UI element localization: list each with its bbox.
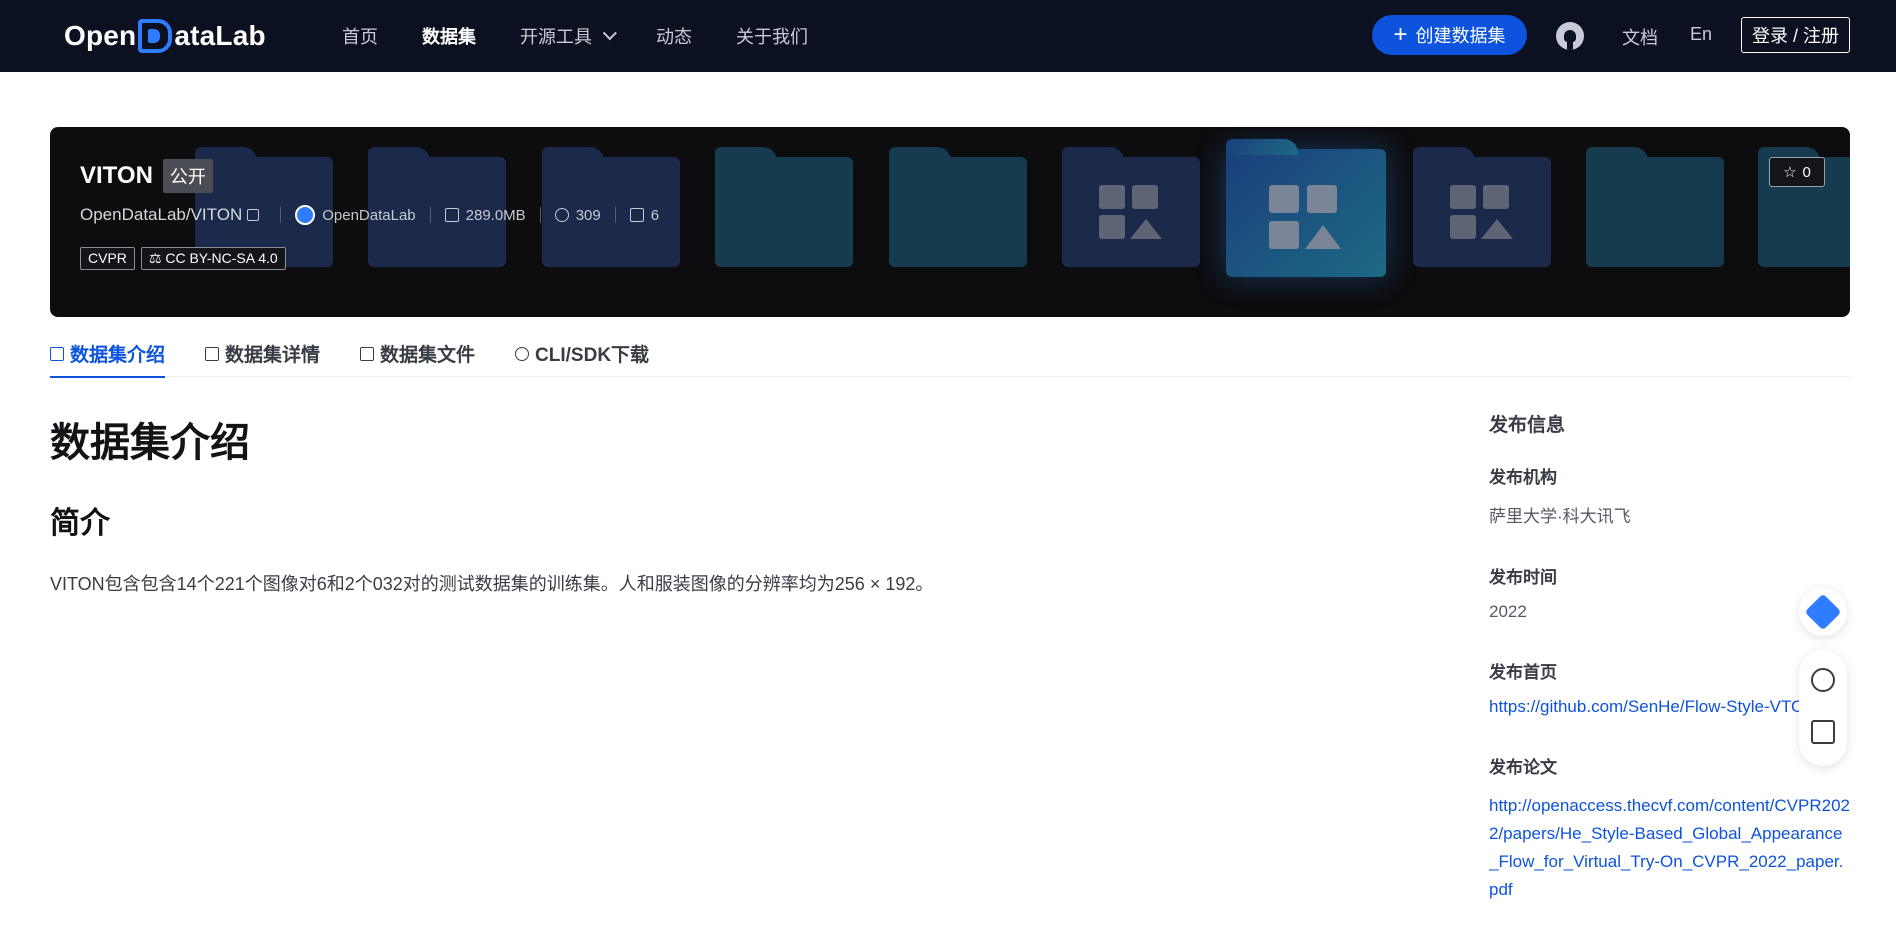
- folder-decoration-highlight: [1226, 139, 1386, 277]
- org-label: 发布机构: [1489, 468, 1557, 487]
- intro-text: VITON包含包含14个221个图像对6和2个032对的测试数据集的训练集。人和…: [50, 574, 934, 594]
- dataset-meta: OpenDataLab/VITON OpenDataLab 289.0MB 30…: [80, 205, 659, 225]
- publish-info-heading: 发布信息: [1489, 415, 1566, 436]
- cloud-download-icon: [515, 346, 530, 361]
- nav-news[interactable]: 动态: [656, 23, 692, 49]
- plus-icon: +: [1393, 21, 1408, 48]
- dataset-title-row: VITON 公开: [80, 159, 213, 193]
- copy-icon[interactable]: [247, 209, 260, 221]
- folder-decoration: [1062, 147, 1200, 267]
- download-icon: [629, 208, 644, 222]
- dataset-banner: VITON 公开 OpenDataLab/VITON OpenDataLab 2…: [50, 127, 1850, 317]
- nav-home[interactable]: 首页: [342, 23, 378, 49]
- diamond-icon: [1804, 593, 1842, 631]
- language-switch[interactable]: En: [1690, 24, 1712, 45]
- eye-icon: [554, 208, 569, 222]
- tag-license[interactable]: ⚖ CC BY-NC-SA 4.0: [140, 247, 286, 270]
- tag-venue[interactable]: CVPR: [80, 247, 135, 270]
- visibility-badge: 公开: [162, 159, 213, 193]
- folder-decoration: [1586, 147, 1724, 267]
- publish-info-panel: 发布信息 发布机构 萨里大学·科大讯飞 发布时间 2022 发布首页 https…: [1489, 410, 1850, 940]
- feedback-icon[interactable]: [1811, 720, 1835, 744]
- star-icon: ☆: [1783, 164, 1797, 181]
- scale-icon: ⚖: [148, 250, 166, 266]
- nav-datasets[interactable]: 数据集: [422, 23, 476, 49]
- nav-tools[interactable]: 开源工具: [520, 23, 617, 49]
- file-icon: [360, 346, 375, 361]
- folder-decoration: [1413, 147, 1551, 267]
- main-nav: 首页 数据集 开源工具 动态 关于我们: [342, 0, 852, 72]
- nav-about[interactable]: 关于我们: [736, 23, 808, 49]
- logo-mark-icon: [138, 19, 173, 53]
- org-avatar-icon: [295, 205, 316, 225]
- dataset-tags: CVPR ⚖ CC BY-NC-SA 4.0: [80, 247, 286, 270]
- paper-link[interactable]: http://openaccess.thecvf.com/content/CVP…: [1489, 792, 1850, 904]
- time-value: 2022: [1489, 602, 1527, 621]
- disk-icon: [444, 208, 459, 222]
- docs-link[interactable]: 文档: [1622, 24, 1658, 50]
- dataset-tabs: 数据集介绍 数据集详情 数据集文件 CLI/SDK下载: [50, 330, 1850, 378]
- homepage-label: 发布首页: [1489, 663, 1557, 682]
- download-count: 6: [650, 206, 660, 224]
- homepage-link[interactable]: https://github.com/SenHe/Flow-Style-VTON: [1489, 697, 1850, 717]
- dataset-name: VITON: [80, 162, 153, 189]
- list-icon: [205, 346, 220, 361]
- create-dataset-button[interactable]: + 创建数据集: [1372, 15, 1527, 55]
- folder-decoration: [889, 147, 1027, 267]
- tab-details[interactable]: 数据集详情: [205, 330, 320, 377]
- star-button[interactable]: ☆ 0: [1769, 157, 1825, 187]
- tab-files[interactable]: 数据集文件: [360, 330, 475, 377]
- dataset-path: OpenDataLab/VITON: [80, 205, 243, 224]
- org-value: 萨里大学·科大讯飞: [1489, 507, 1631, 526]
- opendatalab-logo[interactable]: Open ataLab: [64, 16, 266, 56]
- chevron-down-icon: [602, 26, 617, 41]
- section-heading: 简介: [50, 507, 110, 540]
- headset-icon[interactable]: [1811, 668, 1835, 692]
- assistant-float-button[interactable]: [1799, 588, 1847, 636]
- page-title: 数据集介绍: [50, 421, 250, 465]
- paper-label: 发布论文: [1489, 758, 1557, 777]
- tab-cli-sdk[interactable]: CLI/SDK下载: [515, 330, 649, 377]
- database-icon: [50, 346, 64, 361]
- login-button[interactable]: 登录 / 注册: [1741, 17, 1850, 53]
- folder-decoration: [715, 147, 853, 267]
- view-count: 309: [575, 206, 601, 224]
- org-name[interactable]: OpenDataLab: [322, 207, 415, 224]
- time-label: 发布时间: [1489, 568, 1557, 587]
- github-icon[interactable]: [1556, 22, 1584, 50]
- dataset-size: 289.0MB: [465, 206, 526, 224]
- tab-intro[interactable]: 数据集介绍: [50, 330, 166, 378]
- top-navbar: Open ataLab 首页 数据集 开源工具 动态 关于我们 + 创建数据集 文档…: [0, 0, 1896, 72]
- float-toolbar: [1799, 650, 1847, 766]
